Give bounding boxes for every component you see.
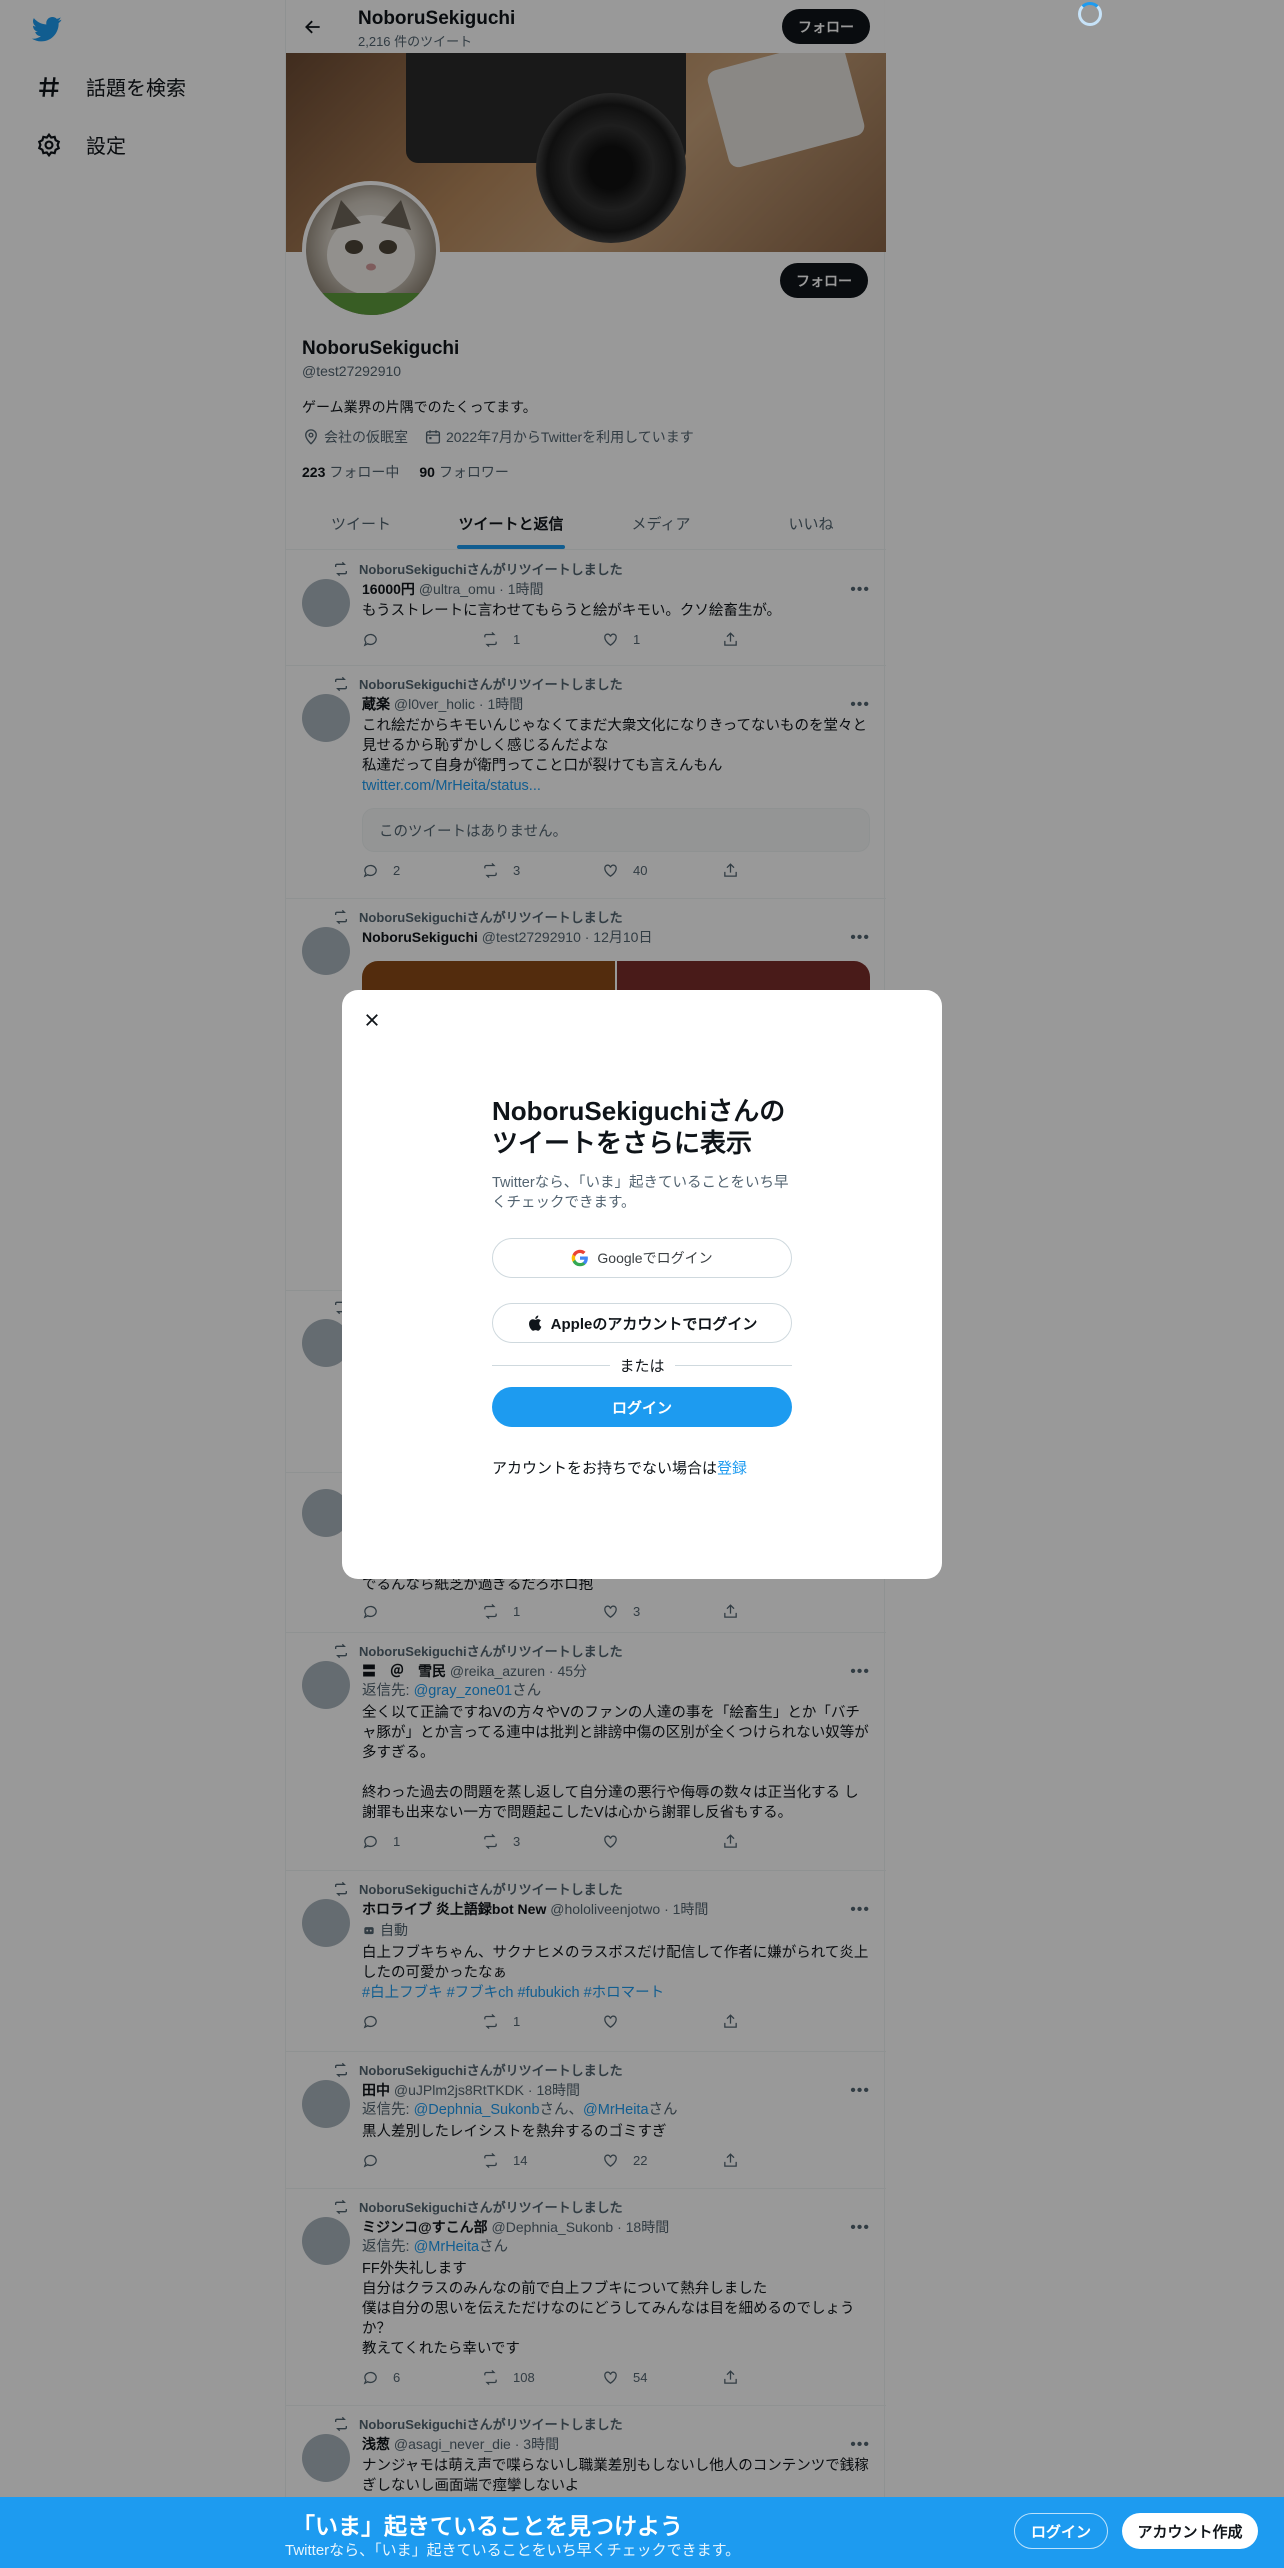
signup-prompt: アカウントをお持ちでない場合は登録 [492, 1457, 747, 1478]
modal-content: NoboruSekiguchiさんの ツイートをさらに表示 Twitterなら、… [492, 1095, 792, 1213]
bottom-bar-subtitle: Twitterなら、「いま」起きていることをいち早くチェックできます。 [285, 2542, 741, 2559]
bottom-bar-title: 「いま」起きていることを見つけよう [292, 2513, 683, 2539]
apple-login-label: Appleのアカウントでログイン [550, 1315, 758, 1333]
modal-title: NoboruSekiguchiさんの ツイートをさらに表示 [492, 1096, 786, 1158]
google-login-label: Googleでログイン [597, 1250, 713, 1266]
apple-login-button[interactable]: Appleのアカウントでログイン [492, 1303, 792, 1343]
or-divider: または [492, 1353, 793, 1377]
modal-subtitle: Twitterなら、「いま」起きていることをいち早くチェックできます。 [492, 1175, 789, 1211]
bottom-signup-bar: 「いま」起きていることを見つけよう Twitterなら、「いま」起きていることを… [0, 2497, 1284, 2568]
bottom-signup-button[interactable]: アカウント作成 [1122, 2513, 1258, 2549]
divider-line [674, 1364, 793, 1366]
loading-spinner-icon [1078, 2, 1102, 26]
signup-link[interactable]: 登録 [717, 1460, 747, 1477]
google-login-button[interactable]: Googleでログイン [492, 1238, 792, 1278]
login-modal: NoboruSekiguchiさんの ツイートをさらに表示 Twitterなら、… [342, 990, 942, 1579]
apple-icon [528, 1315, 541, 1331]
signup-prompt-text: アカウントをお持ちでない場合は [492, 1460, 718, 1477]
close-icon[interactable] [354, 1002, 390, 1038]
twitter-app: 話題を検索 設定 NoboruSekiguchi 2,216 件のツイート フォ… [0, 0, 1284, 2568]
login-button[interactable]: ログイン [492, 1387, 792, 1427]
divider-line [492, 1364, 610, 1366]
or-label: または [619, 1357, 665, 1375]
google-icon [572, 1249, 589, 1267]
bottom-login-button[interactable]: ログイン [1014, 2513, 1108, 2549]
